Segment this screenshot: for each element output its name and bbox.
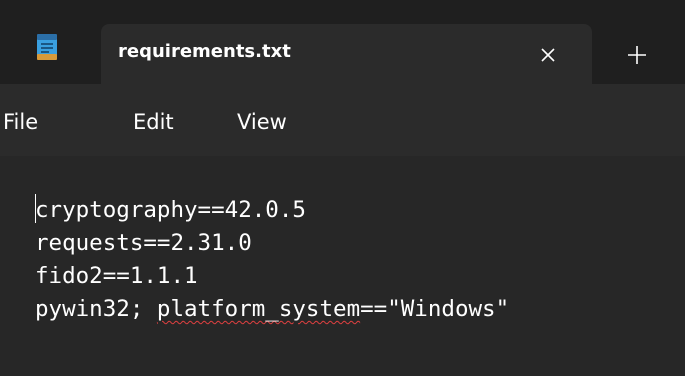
menu-file[interactable]: File <box>3 110 38 134</box>
menu-bar: File Edit View <box>0 84 685 156</box>
title-bar: requirements.txt <box>0 0 685 84</box>
misspelled-word[interactable]: platform_system <box>157 296 360 322</box>
code-line-2: requests==2.31.0 <box>35 230 252 256</box>
text-caret <box>35 194 36 223</box>
plus-icon[interactable] <box>626 44 648 66</box>
code-line-1: cryptography==42.0.5 <box>35 197 306 223</box>
menu-view[interactable]: View <box>237 110 287 134</box>
menu-edit[interactable]: Edit <box>133 110 174 134</box>
code-line-4-prefix: pywin32; <box>35 296 157 322</box>
tab-requirements[interactable]: requirements.txt <box>101 24 592 84</box>
tab-title: requirements.txt <box>118 41 291 62</box>
code-line-3: fido2==1.1.1 <box>35 263 198 289</box>
code-line-4-suffix: =="Windows" <box>360 296 510 322</box>
notepad-icon <box>37 34 57 60</box>
close-icon[interactable] <box>537 44 559 66</box>
code-line-4: pywin32; platform_system=="Windows" <box>35 294 509 324</box>
